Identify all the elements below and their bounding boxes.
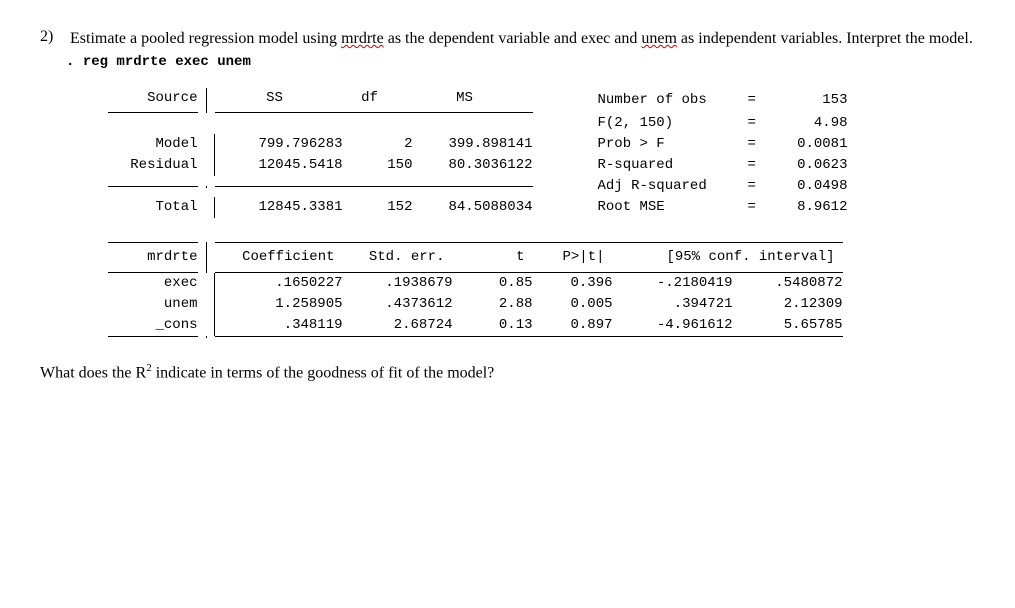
coef-row-exec-hi: .5480872	[733, 273, 843, 294]
anova-row-model-df: 2	[343, 134, 413, 155]
coef-row-exec-var: exec	[108, 273, 206, 294]
stat-val-3: 0.0623	[768, 155, 848, 176]
anova-row-residual-ms: 80.3036122	[413, 155, 533, 176]
coef-row-unem-coef: 1.258905	[223, 294, 343, 315]
coef-row-exec-se: .1938679	[343, 273, 453, 294]
anova-header-ss: SS	[215, 88, 335, 109]
coef-header-p: P>|t|	[525, 247, 605, 268]
coef-row-cons-p: 0.897	[533, 315, 613, 336]
followup-part-1: What does the R	[40, 365, 146, 382]
stat-val-5: 8.9612	[768, 197, 848, 218]
coef-row-unem-hi: 2.12309	[733, 294, 843, 315]
followup-part-2: indicate in terms of the goodness of fit…	[152, 365, 495, 382]
coef-row-cons-hi: 5.65785	[733, 315, 843, 336]
coefficient-table: mrdrte Coefficient Std. err. t P>|t| [95…	[108, 242, 908, 338]
anova-header-ms: MS	[405, 88, 525, 109]
anova-row-model-ms: 399.898141	[413, 134, 533, 155]
anova-total-df: 152	[343, 197, 413, 218]
stat-eq-0: =	[748, 90, 768, 111]
anova-vline	[206, 88, 207, 113]
coef-row-exec-p: 0.396	[533, 273, 613, 294]
stat-label-1: F(2, 150)	[598, 113, 748, 134]
stata-output: Source SS df MS Number of obs = 153 F(2,…	[108, 88, 908, 338]
stat-label-3: R-squared	[598, 155, 748, 176]
anova-total-ms: 84.5088034	[413, 197, 533, 218]
anova-header-source: Source	[108, 88, 206, 109]
command-text: reg mrdrte exec unem	[83, 54, 251, 70]
stat-eq-4: =	[748, 176, 768, 197]
coef-header-se: Std. err.	[335, 247, 445, 268]
stat-val-0: 153	[768, 90, 848, 111]
anova-row-model-ss: 799.796283	[223, 134, 343, 155]
stata-command: . reg mrdrte exec unem	[66, 54, 975, 70]
stat-label-0: Number of obs	[598, 90, 748, 111]
stat-eq-1: =	[748, 113, 768, 134]
followup-question: What does the R2 indicate in terms of th…	[40, 362, 975, 382]
coef-header-coef: Coefficient	[215, 247, 335, 268]
coef-header-t: t	[445, 247, 525, 268]
stat-val-2: 0.0081	[768, 134, 848, 155]
question-part-3: as independent variables. Interpret the …	[677, 30, 973, 47]
question-number: 2)	[40, 28, 60, 50]
question-var-1: mrdrte	[341, 30, 384, 47]
coef-row-exec-coef: .1650227	[223, 273, 343, 294]
coef-row-cons-se: 2.68724	[343, 315, 453, 336]
stat-eq-5: =	[748, 197, 768, 218]
coef-row-exec-t: 0.85	[453, 273, 533, 294]
question-part-2: as the dependent variable and exec and	[384, 30, 642, 47]
coef-row-cons-coef: .348119	[223, 315, 343, 336]
stat-eq-3: =	[748, 155, 768, 176]
stat-label-4: Adj R-squared	[598, 176, 748, 197]
stat-label-2: Prob > F	[598, 134, 748, 155]
question-block: 2) Estimate a pooled regression model us…	[40, 28, 975, 50]
coef-row-unem-lo: .394721	[613, 294, 733, 315]
coef-row-unem-var: unem	[108, 294, 206, 315]
coef-row-exec-lo: -.2180419	[613, 273, 733, 294]
anova-row-residual-ss: 12045.5418	[223, 155, 343, 176]
anova-row-residual-df: 150	[343, 155, 413, 176]
command-prompt: .	[66, 54, 74, 70]
stat-val-1: 4.98	[768, 113, 848, 134]
coef-row-unem-t: 2.88	[453, 294, 533, 315]
anova-row-model-label: Model	[108, 134, 206, 155]
coef-row-cons-lo: -4.961612	[613, 315, 733, 336]
anova-row-residual-label: Residual	[108, 155, 206, 176]
question-text: Estimate a pooled regression model using…	[70, 28, 973, 50]
coef-row-unem-se: .4373612	[343, 294, 453, 315]
anova-total-ss: 12845.3381	[223, 197, 343, 218]
question-var-2: unem	[641, 30, 677, 47]
coef-header-depvar: mrdrte	[108, 247, 206, 268]
anova-header-df: df	[335, 88, 405, 109]
stat-label-5: Root MSE	[598, 197, 748, 218]
question-part-1: Estimate a pooled regression model using	[70, 30, 341, 47]
coef-row-cons-t: 0.13	[453, 315, 533, 336]
anova-total-label: Total	[108, 197, 206, 218]
stat-eq-2: =	[748, 134, 768, 155]
coef-header-ci: [95% conf. interval]	[605, 247, 835, 268]
coef-row-cons-var: _cons	[108, 315, 206, 336]
coef-row-unem-p: 0.005	[533, 294, 613, 315]
stat-val-4: 0.0498	[768, 176, 848, 197]
